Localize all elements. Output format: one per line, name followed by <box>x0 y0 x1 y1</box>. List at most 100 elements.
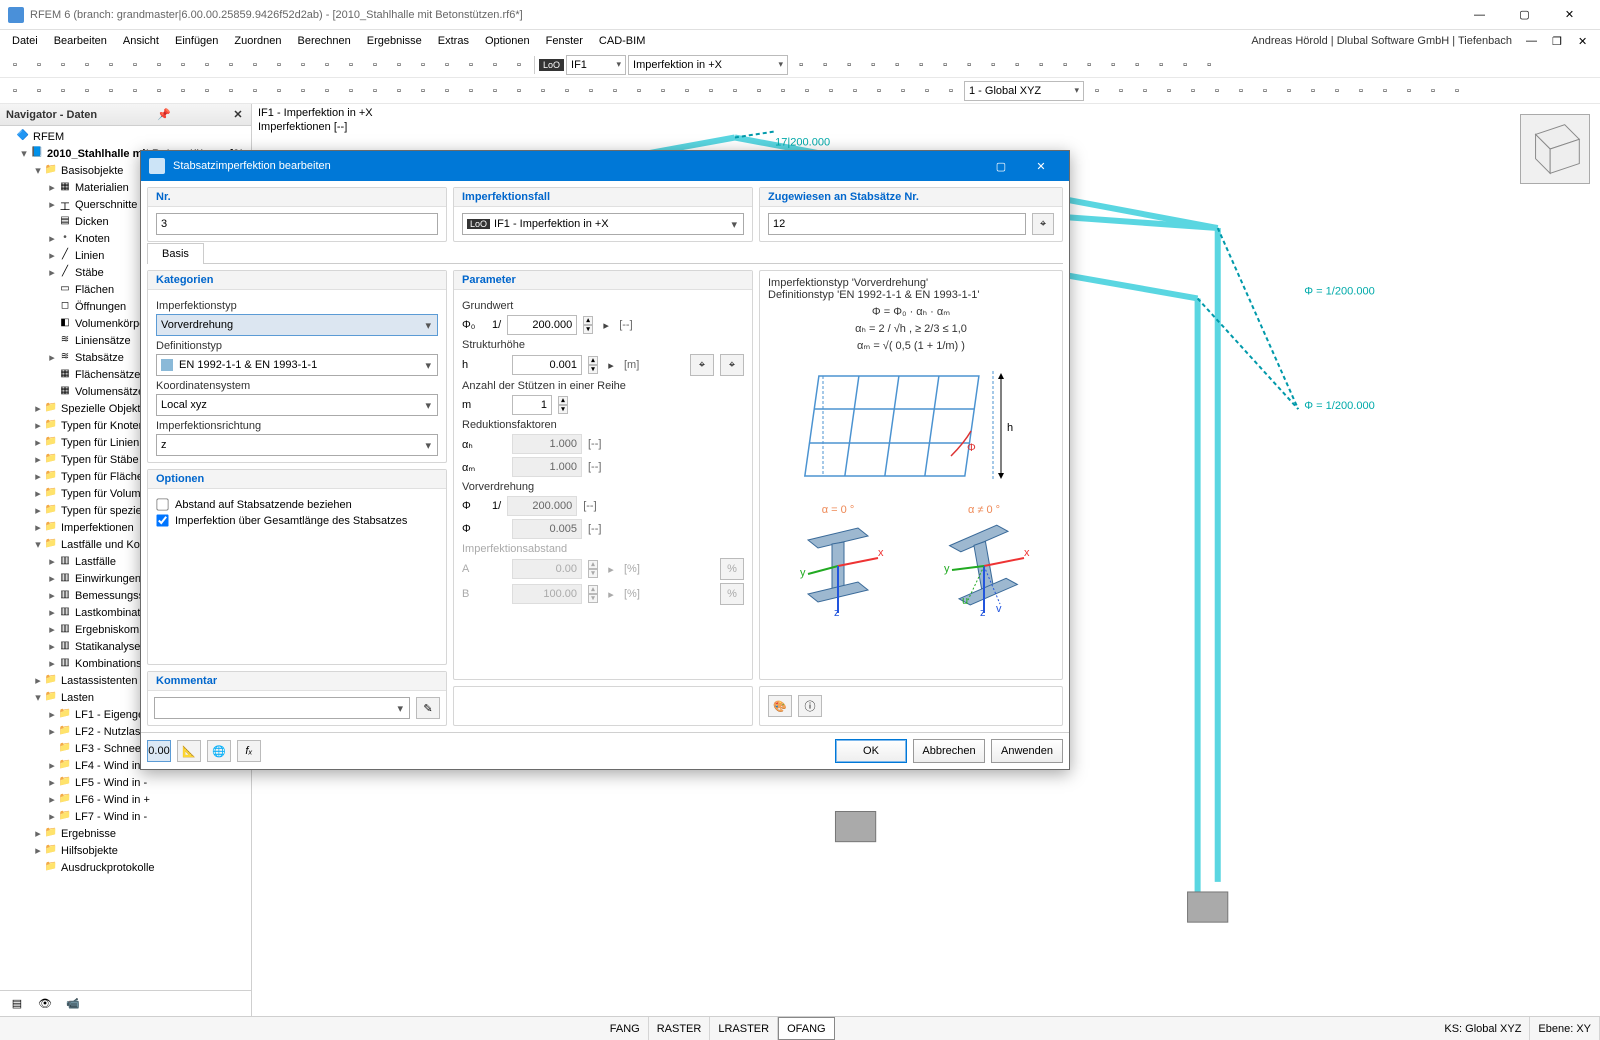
toolbar1-btn-r4[interactable]: ▫ <box>886 54 908 76</box>
toolbar2-btn-r14[interactable]: ▫ <box>1422 80 1444 102</box>
toolbar1-btn-14[interactable]: ▫ <box>340 54 362 76</box>
toolbar2-btn-19[interactable]: ▫ <box>460 80 482 102</box>
definitionstyp-combo[interactable]: EN 1992-1-1 & EN 1993-1-1 <box>156 354 438 376</box>
toolbar-combo-cs[interactable]: 1 - Global XYZ <box>964 81 1084 101</box>
toolbar2-btn-39[interactable]: ▫ <box>940 80 962 102</box>
menu-extras[interactable]: Extras <box>430 33 477 49</box>
imperfektionstyp-combo[interactable]: Vorverdrehung <box>156 314 438 336</box>
menu-bearbeiten[interactable]: Bearbeiten <box>46 33 115 49</box>
fx-icon[interactable]: fₓ <box>237 740 261 762</box>
toolbar2-btn-25[interactable]: ▫ <box>604 80 626 102</box>
h-spin-down[interactable]: ▾ <box>588 365 598 374</box>
doc-close-button[interactable]: ✕ <box>1570 33 1596 50</box>
toolbar1-btn-8[interactable]: ▫ <box>196 54 218 76</box>
toolbar2-btn-38[interactable]: ▫ <box>916 80 938 102</box>
menu-ansicht[interactable]: Ansicht <box>115 33 167 49</box>
toolbar1-btn-16[interactable]: ▫ <box>388 54 410 76</box>
toolbar1-btn-r0[interactable]: ▫ <box>790 54 812 76</box>
toolbar2-btn-8[interactable]: ▫ <box>196 80 218 102</box>
toolbar1-btn-21[interactable]: ▫ <box>508 54 530 76</box>
toolbar-combo-if[interactable]: IF1 <box>566 55 626 75</box>
toolbar1-btn-r16[interactable]: ▫ <box>1174 54 1196 76</box>
menu-fenster[interactable]: Fenster <box>538 33 591 49</box>
phi0-spin-up[interactable]: ▴ <box>583 316 593 325</box>
toolbar2-btn-r8[interactable]: ▫ <box>1278 80 1300 102</box>
toolbar2-btn-r7[interactable]: ▫ <box>1254 80 1276 102</box>
toolbar2-btn-20[interactable]: ▫ <box>484 80 506 102</box>
toolbar1-btn-3[interactable]: ▫ <box>76 54 98 76</box>
menu-berechnen[interactable]: Berechnen <box>290 33 359 49</box>
tree-lf7[interactable]: ▸📁LF7 - Wind in - <box>0 808 251 825</box>
kommentar-combo[interactable] <box>154 697 410 719</box>
toolbar1-btn-18[interactable]: ▫ <box>436 54 458 76</box>
toolbar2-btn-31[interactable]: ▫ <box>748 80 770 102</box>
toolbar2-btn-5[interactable]: ▫ <box>124 80 146 102</box>
toolbar1-btn-11[interactable]: ▫ <box>268 54 290 76</box>
tree-root[interactable]: 🔷RFEM <box>0 128 251 145</box>
toolbar1-btn-6[interactable]: ▫ <box>148 54 170 76</box>
pick-members-icon[interactable]: ⌖ <box>1032 213 1054 235</box>
toolbar2-btn-r11[interactable]: ▫ <box>1350 80 1372 102</box>
toolbar1-btn-r9[interactable]: ▫ <box>1006 54 1028 76</box>
ok-button[interactable]: OK <box>835 739 907 763</box>
dialog-close-button[interactable]: ✕ <box>1021 152 1061 180</box>
toolbar2-btn-30[interactable]: ▫ <box>724 80 746 102</box>
apply-button[interactable]: Anwenden <box>991 739 1063 763</box>
toolbar1-btn-r2[interactable]: ▫ <box>838 54 860 76</box>
toolbar1-btn-9[interactable]: ▫ <box>220 54 242 76</box>
h-pick2-icon[interactable]: ⌖ <box>720 354 744 376</box>
checkbox-abstand[interactable]: Abstand auf Stabsatzende beziehen <box>156 498 438 511</box>
toolbar2-btn-15[interactable]: ▫ <box>364 80 386 102</box>
toolbar2-btn-32[interactable]: ▫ <box>772 80 794 102</box>
toolbar2-btn-2[interactable]: ▫ <box>52 80 74 102</box>
toolbar2-btn-33[interactable]: ▫ <box>796 80 818 102</box>
toolbar1-btn-r15[interactable]: ▫ <box>1150 54 1172 76</box>
zugewiesen-input[interactable] <box>768 213 1026 235</box>
tool-info-icon[interactable]: ⓘ <box>798 695 822 717</box>
tree-hilfsobjekte[interactable]: ▸📁Hilfsobjekte <box>0 842 251 859</box>
cancel-button[interactable]: Abbrechen <box>913 739 985 763</box>
toolbar1-btn-r7[interactable]: ▫ <box>958 54 980 76</box>
toolbar1-btn-r8[interactable]: ▫ <box>982 54 1004 76</box>
toolbar2-btn-r5[interactable]: ▫ <box>1206 80 1228 102</box>
toolbar1-btn-7[interactable]: ▫ <box>172 54 194 76</box>
toolbar2-btn-24[interactable]: ▫ <box>580 80 602 102</box>
dialog-titlebar[interactable]: Stabsatzimperfektion bearbeiten ▢ ✕ <box>141 151 1069 181</box>
toolbar2-btn-27[interactable]: ▫ <box>652 80 674 102</box>
toolbar2-btn-22[interactable]: ▫ <box>532 80 554 102</box>
toolbar2-btn-0[interactable]: ▫ <box>4 80 26 102</box>
h-spin-up[interactable]: ▴ <box>588 356 598 365</box>
navigator-tab-data-icon[interactable]: ▤ <box>6 993 28 1015</box>
navigator-tab-cam-icon[interactable]: 📹 <box>62 993 84 1015</box>
phi0-spin-down[interactable]: ▾ <box>583 325 593 334</box>
toolbar2-btn-16[interactable]: ▫ <box>388 80 410 102</box>
toolbar2-btn-7[interactable]: ▫ <box>172 80 194 102</box>
toolbar1-btn-r17[interactable]: ▫ <box>1198 54 1220 76</box>
menu-ergebnisse[interactable]: Ergebnisse <box>359 33 430 49</box>
toolbar2-btn-1[interactable]: ▫ <box>28 80 50 102</box>
toolbar1-btn-1[interactable]: ▫ <box>28 54 50 76</box>
toolbar2-btn-r12[interactable]: ▫ <box>1374 80 1396 102</box>
toolbar1-btn-5[interactable]: ▫ <box>124 54 146 76</box>
toolbar1-btn-20[interactable]: ▫ <box>484 54 506 76</box>
status-fang[interactable]: FANG <box>602 1017 649 1040</box>
toolbar1-btn-r13[interactable]: ▫ <box>1102 54 1124 76</box>
toolbar1-btn-r1[interactable]: ▫ <box>814 54 836 76</box>
status-lraster[interactable]: LRASTER <box>710 1017 778 1040</box>
toolbar2-btn-r0[interactable]: ▫ <box>1086 80 1108 102</box>
checkbox-gesamtlaenge[interactable]: Imperfektion über Gesamtlänge des Stabsa… <box>156 514 438 527</box>
h-input[interactable] <box>512 355 582 375</box>
toolbar2-btn-18[interactable]: ▫ <box>436 80 458 102</box>
tree-ausdruck[interactable]: 📁Ausdruckprotokolle <box>0 859 251 876</box>
toolbar2-btn-35[interactable]: ▫ <box>844 80 866 102</box>
close-button[interactable]: ✕ <box>1547 1 1592 29</box>
toolbar1-btn-12[interactable]: ▫ <box>292 54 314 76</box>
toolbar2-btn-r4[interactable]: ▫ <box>1182 80 1204 102</box>
toolbar1-btn-r11[interactable]: ▫ <box>1054 54 1076 76</box>
toolbar-combo-imperfection[interactable]: Imperfektion in +X <box>628 55 788 75</box>
toolbar1-btn-17[interactable]: ▫ <box>412 54 434 76</box>
phi0-input[interactable] <box>507 315 577 335</box>
status-ofang[interactable]: OFANG <box>778 1017 835 1040</box>
navigator-pin-icon[interactable]: 📌 <box>157 108 171 122</box>
toolbar1-btn-13[interactable]: ▫ <box>316 54 338 76</box>
